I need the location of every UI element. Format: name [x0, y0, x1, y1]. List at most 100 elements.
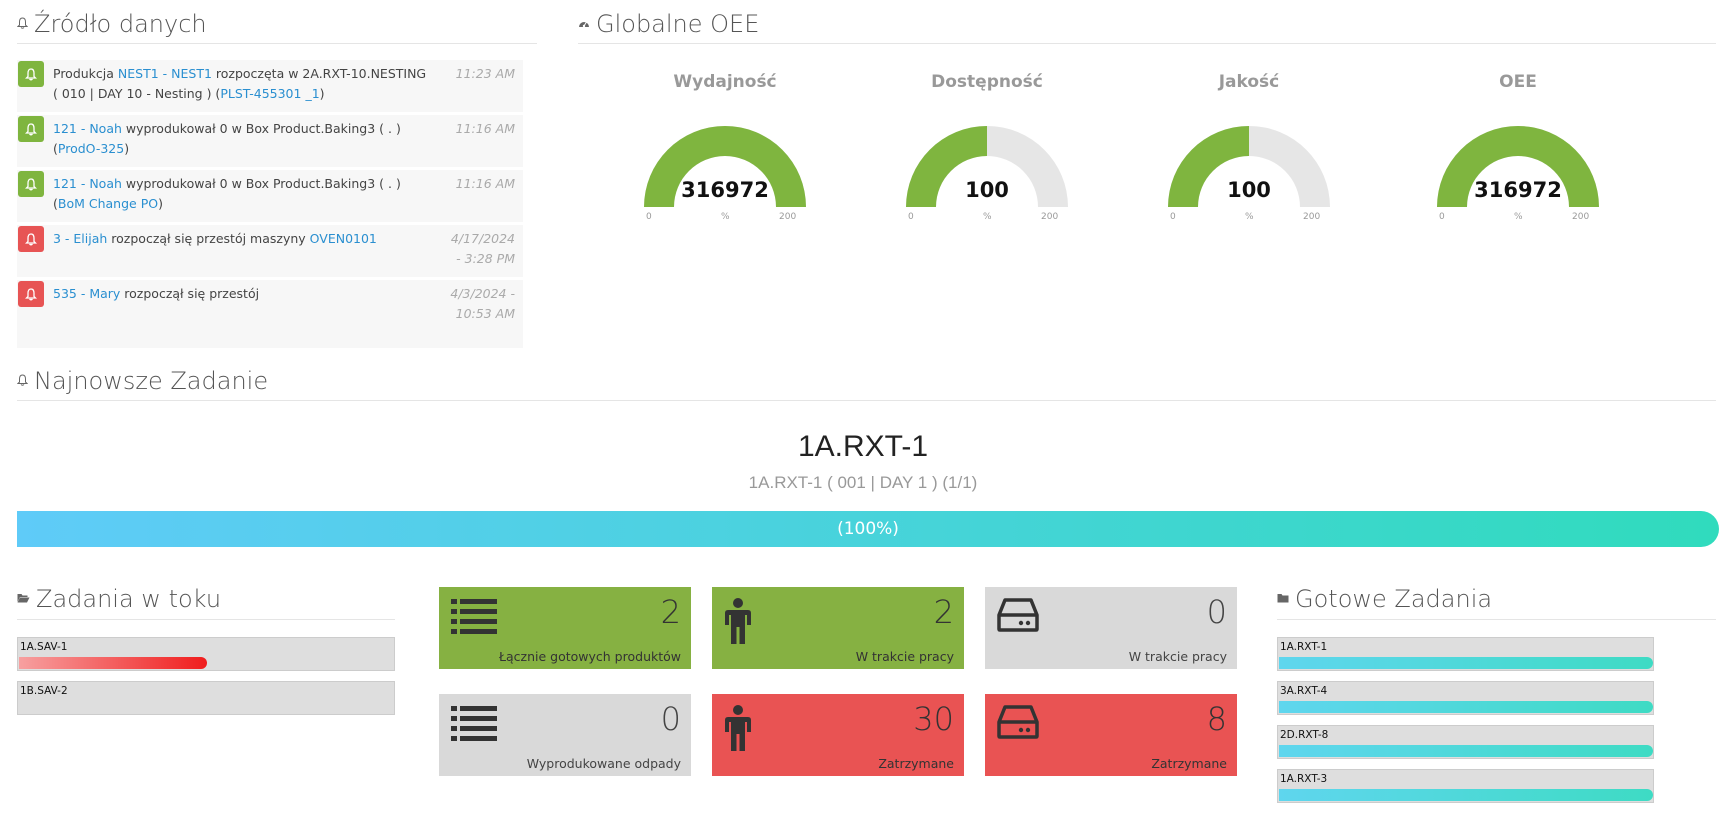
- feed-time: 11:16 AM: [455, 176, 515, 191]
- gauge-min: 0: [1170, 212, 1176, 222]
- feed-prefix: Produkcja: [53, 66, 118, 81]
- stat-value: 0: [660, 700, 681, 738]
- gauge-label: Jakość: [1218, 72, 1280, 92]
- latest-title: Najnowsze Zadanie: [34, 367, 269, 395]
- feed-text: 3 - Elijah rozpoczął się przestój maszyn…: [53, 229, 433, 249]
- feed-message: rozpoczął się przestój: [120, 286, 260, 301]
- task-progress-bar: [1279, 745, 1653, 757]
- person-icon: [724, 598, 752, 648]
- gauge-label: Wydajność: [673, 72, 777, 92]
- task-label: 1A.RXT-3: [1280, 773, 1328, 785]
- gauge-max: 200: [779, 212, 797, 222]
- latest-task-name[interactable]: 1A.RXT-1: [0, 430, 1726, 464]
- feed-link[interactable]: 121 - Noah: [53, 176, 122, 191]
- gauge-unit: %: [721, 212, 730, 222]
- feed-item: Produkcja NEST1 - NEST1 rozpoczęta w 2A.…: [17, 60, 523, 112]
- gauge-min: 0: [646, 212, 652, 222]
- feed-link[interactable]: ProdO-325: [58, 141, 124, 156]
- notification-bell-icon: [18, 61, 44, 87]
- feed-suffix: ): [158, 196, 163, 211]
- bell-icon: [16, 373, 29, 389]
- drive-icon: [997, 598, 1039, 636]
- oee-gauge: Jakość 100 0% 200: [1159, 72, 1339, 232]
- done-item[interactable]: 3A.RXT-4: [1277, 681, 1654, 715]
- folder-open-icon: [17, 592, 30, 606]
- feed-time: 4/17/2024 - 3:28 PM: [450, 231, 515, 266]
- feed-time: 11:16 AM: [455, 121, 515, 136]
- done-item[interactable]: 1A.RXT-3: [1277, 769, 1654, 803]
- stat-tile[interactable]: 2 W trakcie pracy: [712, 587, 964, 669]
- feed-text: 121 - Noah wyprodukował 0 w Box Product.…: [53, 119, 433, 159]
- gauge-max: 200: [1303, 212, 1321, 222]
- feed-item: 121 - Noah wyprodukował 0 w Box Product.…: [17, 170, 523, 222]
- stat-tile[interactable]: 30 Zatrzymane: [712, 694, 964, 776]
- feed-text: 535 - Mary rozpoczął się przestój: [53, 284, 433, 304]
- task-label: 1A.SAV-1: [20, 641, 68, 653]
- done-header: Gotowe Zadania: [1277, 585, 1492, 613]
- stat-tile[interactable]: 2 Łącznie gotowych produktów: [439, 587, 691, 669]
- in-progress-item[interactable]: 1A.SAV-1: [17, 637, 395, 671]
- feed-link[interactable]: PLST-455301 _1: [220, 86, 319, 101]
- feed-link[interactable]: OVEN0101: [310, 231, 377, 246]
- feed-message: rozpoczął się przestój maszyny: [107, 231, 310, 246]
- latest-task-progress-label: (100%): [837, 519, 899, 539]
- task-progress-bar: [1279, 789, 1653, 801]
- done-item[interactable]: 2D.RXT-8: [1277, 725, 1654, 759]
- stat-caption: W trakcie pracy: [1128, 649, 1227, 664]
- feed-link[interactable]: 535 - Mary: [53, 286, 120, 301]
- latest-header: Najnowsze Zadanie: [16, 367, 269, 395]
- latest-task-subtitle: 1A.RXT-1 ( 001 | DAY 1 ) (1/1): [748, 473, 978, 492]
- done-item[interactable]: 1A.RXT-1: [1277, 637, 1654, 671]
- stat-value: 2: [933, 593, 954, 631]
- gauge-label: OEE: [1499, 72, 1537, 92]
- stat-caption: Łącznie gotowych produktów: [498, 649, 681, 664]
- feed-text: 121 - Noah wyprodukował 0 w Box Product.…: [53, 174, 433, 214]
- in-progress-header: Zadania w toku: [17, 585, 221, 613]
- stat-value: 0: [1206, 593, 1227, 631]
- gauge-label: Dostępność: [931, 72, 1043, 92]
- latest-task-progress-bar: (100%): [17, 511, 1719, 547]
- task-progress-bar: [1279, 657, 1653, 669]
- feed-item: 3 - Elijah rozpoczął się przestój maszyn…: [17, 225, 523, 277]
- drive-icon: [997, 705, 1039, 743]
- feed-time: 11:23 AM: [455, 66, 515, 81]
- stat-caption: Zatrzymane: [878, 756, 954, 771]
- in-progress-item[interactable]: 1B.SAV-2: [17, 681, 395, 715]
- feed-link[interactable]: BoM Change PO: [58, 196, 158, 211]
- task-label: 1B.SAV-2: [20, 685, 68, 697]
- task-label: 3A.RXT-4: [1280, 685, 1328, 697]
- gauge-unit: %: [1245, 212, 1254, 222]
- oee-gauge: Dostępność 100 0% 200: [897, 72, 1077, 232]
- gauge-unit: %: [983, 212, 992, 222]
- notification-bell-icon: [18, 281, 44, 307]
- dashboard-icon: [578, 17, 590, 31]
- feed-item: 535 - Mary rozpoczął się przestój 4/3/202…: [17, 280, 523, 348]
- feed-text: Produkcja NEST1 - NEST1 rozpoczęta w 2A.…: [53, 64, 433, 104]
- task-label: 2D.RXT-8: [1280, 729, 1329, 741]
- list-icon: [451, 598, 497, 640]
- feed-link[interactable]: NEST1 - NEST1: [118, 66, 212, 81]
- gauge-min: 0: [1439, 212, 1445, 222]
- oee-gauge: Wydajność 316972 0% 200: [635, 72, 815, 232]
- notification-bell-icon: [18, 226, 44, 252]
- feed-item: 121 - Noah wyprodukował 0 w Box Product.…: [17, 115, 523, 167]
- gauge-unit: %: [1514, 212, 1523, 222]
- task-progress-bar: [19, 657, 207, 669]
- source-header: Źródło danych: [16, 10, 207, 38]
- gauge-min: 0: [908, 212, 914, 222]
- stat-tile[interactable]: 8 Zatrzymane: [985, 694, 1237, 776]
- gauge-max: 200: [1572, 212, 1590, 222]
- stat-tile[interactable]: 0 Wyprodukowane odpady: [439, 694, 691, 776]
- notification-bell-icon: [18, 171, 44, 197]
- feed-link[interactable]: 121 - Noah: [53, 121, 122, 136]
- stat-caption: Wyprodukowane odpady: [526, 756, 681, 771]
- oee-gauge: OEE 316972 0% 200: [1428, 72, 1608, 232]
- feed-suffix: ): [319, 86, 325, 101]
- folder-icon: [1277, 592, 1289, 606]
- task-label: 1A.RXT-1: [1280, 641, 1328, 653]
- person-icon: [724, 705, 752, 755]
- feed-link[interactable]: 3 - Elijah: [53, 231, 107, 246]
- stat-tile[interactable]: 0 W trakcie pracy: [985, 587, 1237, 669]
- oee-title: Globalne OEE: [596, 10, 760, 38]
- notification-bell-icon: [18, 116, 44, 142]
